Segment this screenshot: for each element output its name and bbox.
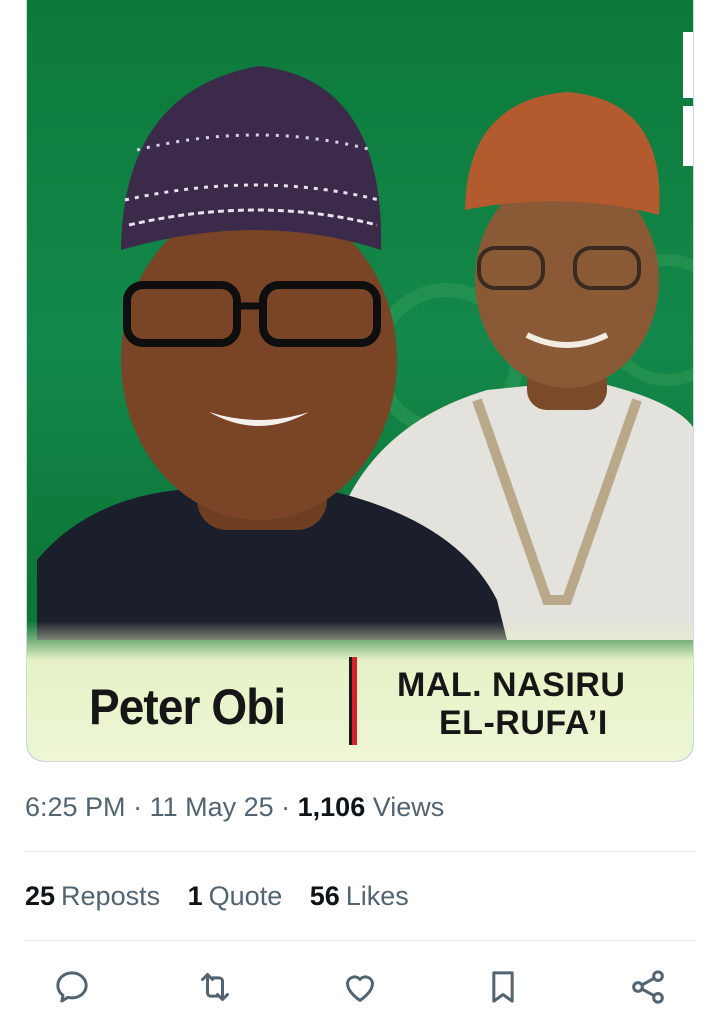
quotes-count: 1 bbox=[187, 881, 203, 911]
reply-icon bbox=[56, 971, 88, 1003]
repost-button[interactable] bbox=[193, 965, 237, 1009]
quotes-stat[interactable]: 1 Quote bbox=[188, 881, 283, 911]
meta-separator: · bbox=[273, 792, 298, 822]
reposts-count: 25 bbox=[25, 881, 56, 911]
reposts-label: Reposts bbox=[61, 881, 161, 911]
candidate-name-left: Peter Obi bbox=[89, 679, 286, 735]
repost-icon bbox=[201, 973, 229, 1001]
likes-stat[interactable]: 56 Likes bbox=[310, 881, 409, 911]
post-date[interactable]: 11 May 25 bbox=[150, 792, 274, 822]
reposts-stat[interactable]: 25 Reposts bbox=[25, 881, 160, 911]
meta-separator: · bbox=[125, 792, 150, 822]
likes-label: Likes bbox=[345, 881, 409, 911]
reply-button[interactable] bbox=[50, 965, 94, 1009]
divider-line bbox=[25, 851, 695, 852]
action-bar bbox=[0, 965, 720, 1015]
likes-count: 56 bbox=[309, 881, 340, 911]
divider-line bbox=[25, 940, 695, 941]
engagement-stats: 25 Reposts 1 Quote 56 Likes bbox=[25, 881, 429, 912]
candidate-name-right-line2: EL-RUFA’I bbox=[439, 704, 608, 742]
share-button[interactable] bbox=[626, 965, 670, 1009]
like-button[interactable] bbox=[338, 965, 382, 1009]
bookmark-button[interactable] bbox=[481, 965, 525, 1009]
heart-icon bbox=[346, 975, 374, 1002]
bookmark-icon bbox=[492, 971, 514, 1003]
candidate-name-right-line1: MAL. NASIRU bbox=[397, 666, 626, 704]
post-time[interactable]: 6:25 PM bbox=[25, 792, 126, 822]
name-divider bbox=[349, 657, 357, 745]
quotes-label: Quote bbox=[208, 881, 283, 911]
share-icon bbox=[632, 970, 664, 1004]
views-count: 1,106 bbox=[297, 792, 366, 822]
views-label: Views bbox=[372, 792, 445, 822]
post-media-image[interactable]: Peter Obi MAL. NASIRU EL-RUFA’I bbox=[26, 0, 694, 762]
post-metadata: 6:25 PM · 11 May 25 · 1,106 Views bbox=[25, 792, 444, 823]
